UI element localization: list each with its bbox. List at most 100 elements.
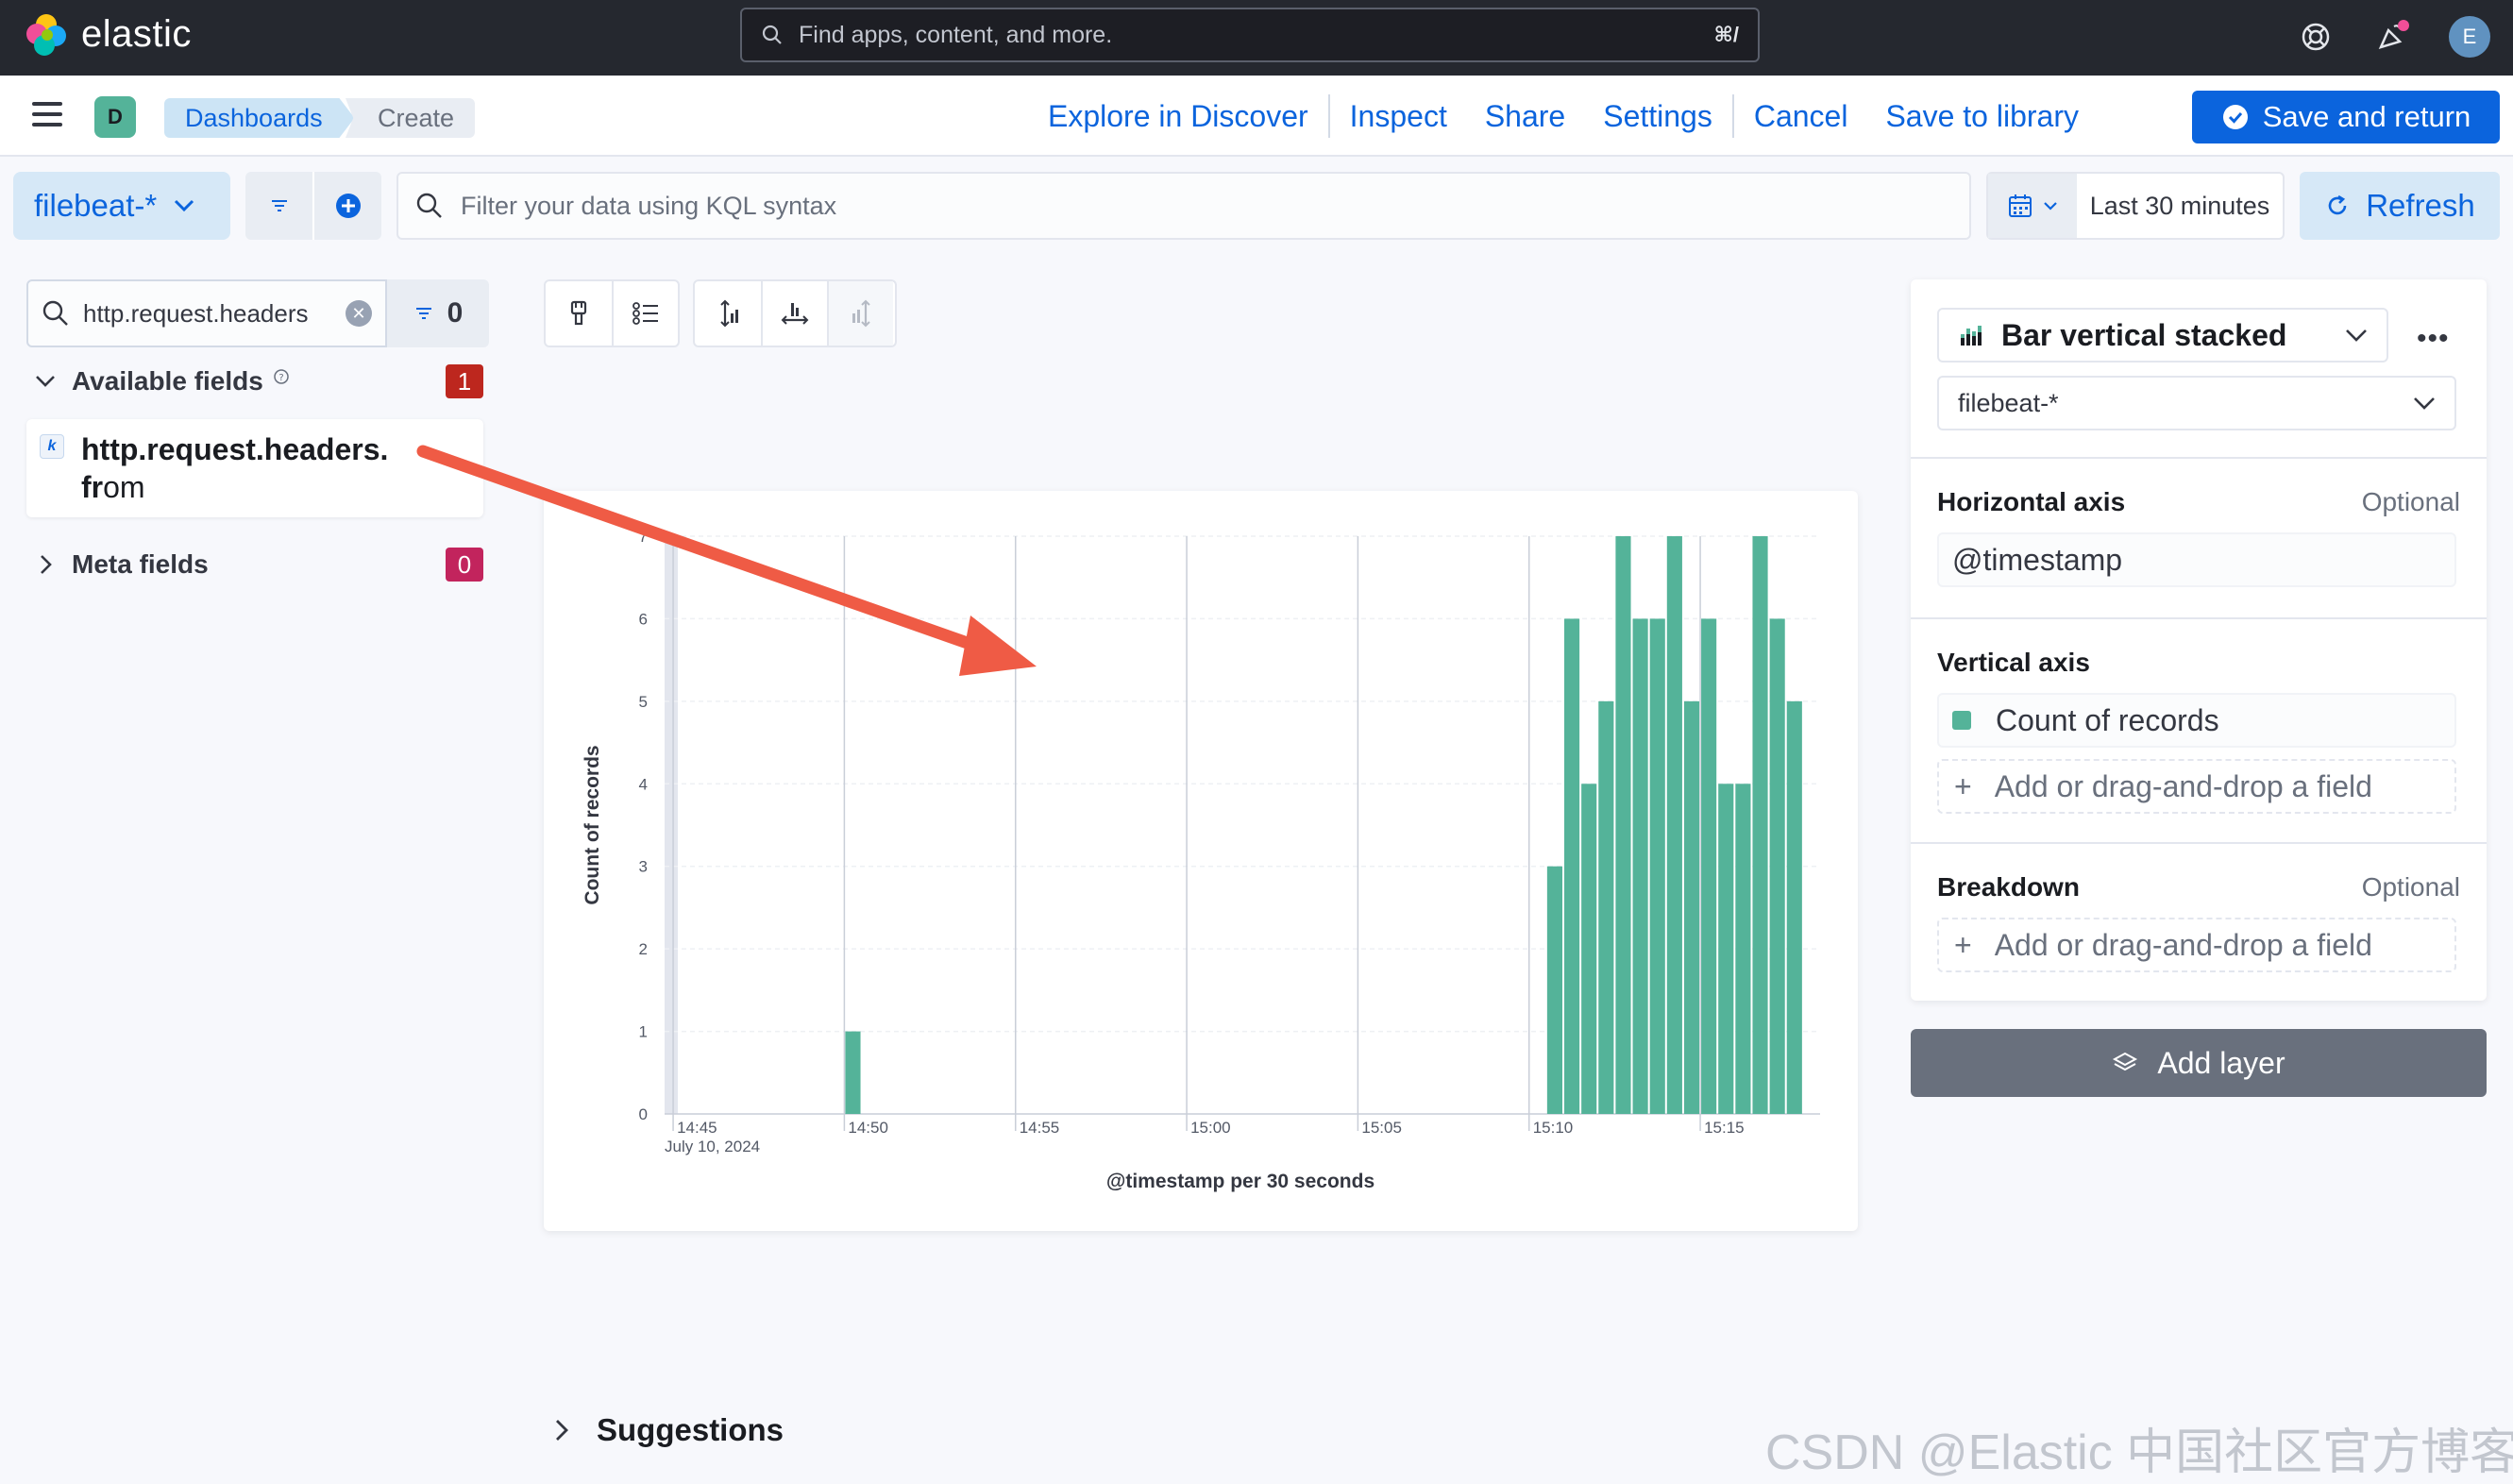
bar-chart: 01234567 14:45 14:50 14:55 15:00 15:05 15:10 1… [582,528,1820,1192]
bar [1735,784,1751,1114]
bar [1769,618,1785,1114]
breakdown-title: Breakdown [1937,872,2080,902]
elastic-logo-link[interactable]: elastic [26,13,192,56]
bar [1564,618,1580,1114]
y-tick-label: 0 [639,1105,648,1123]
save-and-return-button[interactable]: Save and return [2192,91,2500,143]
bottom-axis-button[interactable] [761,281,827,346]
breakdown-section: Breakdown Optional + Add or drag-and-dro… [1911,844,2487,999]
bar [1581,784,1597,1114]
chevron-down-icon [2414,397,2435,410]
space-avatar[interactable]: D [94,96,136,138]
right-axis-button[interactable] [827,281,893,346]
bar [845,1031,861,1114]
bar [1718,784,1734,1114]
global-search-input[interactable]: Find apps, content, and more. ⌘/ [740,8,1760,62]
time-range-label[interactable]: Last 30 minutes [2077,174,2283,238]
brush-icon [570,300,587,326]
filter-menu-button[interactable] [245,172,312,240]
data-view-label: filebeat-* [34,188,158,223]
more-actions-icon[interactable]: ••• [2417,323,2450,355]
layer-data-view-label: filebeat-* [1958,388,2059,417]
vertical-axis-add-label: Add or drag-and-drop a field [1994,768,2372,803]
left-axis-button[interactable] [695,281,761,346]
field-item-label: http.request.headers. from [81,430,459,506]
settings-link[interactable]: Settings [1584,99,1731,134]
add-layer-button[interactable]: Add layer [1911,1029,2487,1097]
available-fields-toggle[interactable]: Available fields ? 1 [34,363,483,400]
right-axis-icon [852,299,870,328]
x-tick-label: 15:10 [1533,1119,1574,1137]
y-tick-label: 4 [639,775,648,793]
vertical-axis-dimension[interactable]: Count of records [1937,693,2456,748]
refresh-button[interactable]: Refresh [2300,172,2500,240]
cancel-link[interactable]: Cancel [1735,99,1867,134]
chevron-down-icon [175,199,194,212]
share-link[interactable]: Share [1466,99,1584,134]
nav-divider [1327,94,1330,138]
axis-toolbar [693,279,897,347]
refresh-icon [2328,194,2347,215]
breadcrumb-dashboards[interactable]: Dashboards [164,98,355,138]
explore-in-discover-link[interactable]: Explore in Discover [1029,99,1327,134]
add-layer-label: Add layer [2157,1045,2285,1080]
field-item-http-request-headers-from[interactable]: k http.request.headers. from [26,419,483,517]
bar [1786,700,1802,1114]
save-and-return-label: Save and return [2262,100,2471,133]
query-bar: filebeat-* Filter your data using KQL sy… [0,157,2513,251]
x-tick-label: 14:45 [677,1119,717,1137]
calendar-icon [2009,194,2032,217]
watermark: CSDN @Elastic 中国社区官方博客 [1765,1425,2513,1480]
vertical-axis-section: Vertical axis Count of records + Add or … [1911,619,2487,844]
save-to-library-link[interactable]: Save to library [1866,99,2098,134]
bar [1649,618,1665,1114]
clear-icon[interactable]: ✕ [346,300,372,327]
data-view-picker[interactable]: filebeat-* [13,172,230,240]
filter-icon [415,308,431,319]
field-type-filter-button[interactable]: 0 [387,279,489,347]
help-icon[interactable] [2294,15,2337,59]
x-tick-label: 14:55 [1020,1119,1060,1137]
vertical-axis-value: Count of records [1996,702,2219,737]
y-tick-label: 5 [639,693,648,711]
inspect-link[interactable]: Inspect [1331,99,1466,134]
chart-panel[interactable]: 01234567 14:45 14:50 14:55 15:00 15:05 15:10 1… [544,491,1858,1231]
breakdown-add-field[interactable]: + Add or drag-and-drop a field [1937,918,2456,972]
horizontal-axis-value: @timestamp [1952,542,2123,577]
nav-divider [1731,94,1734,138]
field-filter-count: 0 [447,297,464,329]
chevron-right-icon [556,1420,568,1441]
user-avatar[interactable]: E [2449,16,2490,58]
out-of-range-band [665,536,678,1114]
style-toolbar [544,279,680,347]
field-name-rest: om [103,470,145,504]
chevron-down-icon [2044,202,2057,211]
chart-bars [845,536,1802,1114]
y-tick-label: 3 [639,858,648,876]
filter-button-group [245,172,381,240]
chart-type-switcher[interactable]: Bar vertical stacked [1937,308,2388,363]
legend-button[interactable] [612,281,678,346]
chart-type-label: Bar vertical stacked [2001,317,2287,352]
y-tick-label: 6 [639,610,648,628]
meta-fields-toggle[interactable]: Meta fields 0 [34,546,483,583]
quick-menu-button[interactable] [1988,174,2077,238]
vertical-axis-title: Vertical axis [1937,648,2090,677]
layer-data-view-select[interactable]: filebeat-* [1937,376,2456,430]
horizontal-axis-dimension[interactable]: @timestamp [1937,532,2456,587]
y-tick-label: 1 [639,1023,648,1041]
horizontal-axis-optional: Optional [2361,487,2460,516]
kql-query-input[interactable]: Filter your data using KQL syntax [396,172,1971,240]
news-feed-icon[interactable] [2371,15,2415,59]
add-filter-button[interactable] [312,172,381,240]
x-tick-label: 15:05 [1361,1119,1402,1137]
bottom-axis-icon [781,303,809,325]
suggestions-toggle[interactable]: Suggestions [551,1412,784,1448]
field-name-highlight-2: fr [81,470,104,504]
menu-icon[interactable] [32,102,62,126]
search-shortcut: ⌘/ [1713,23,1739,46]
global-header: elastic Find apps, content, and more. ⌘/… [0,0,2513,76]
appearance-button[interactable] [546,281,612,346]
vertical-axis-add-field[interactable]: + Add or drag-and-drop a field [1937,759,2456,814]
field-search-input[interactable]: http.request.headers ✕ [26,279,387,347]
